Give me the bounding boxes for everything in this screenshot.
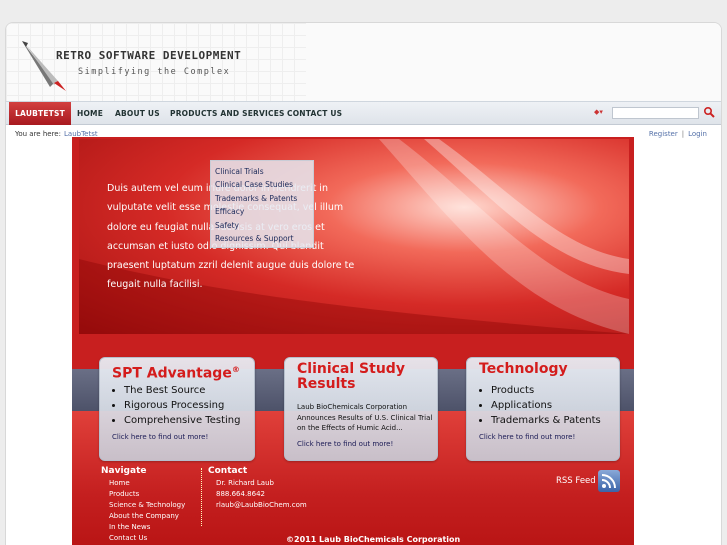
card-find-out-more-link[interactable]: Click here to find out more! [112,433,208,441]
list-item: Trademarks & Patents [491,413,601,428]
search-icon[interactable] [703,106,715,118]
account-separator: | [681,130,685,138]
footer-link-products[interactable]: Products [109,489,185,500]
list-item: Comprehensive Testing [124,413,240,428]
nav-item-laubtetst[interactable]: LAUBTETST [9,102,71,125]
hero-banner: Duis autem vel eum iriure dolor in hendr… [79,139,629,334]
dropdown-item-safety[interactable]: Safety [215,221,239,230]
card-find-out-more-link[interactable]: Click here to find out more! [297,440,393,448]
card-body: Laub BioChemicals Corporation Announces … [297,403,433,432]
card-technology: Technology Products Applications Tradema… [466,357,620,461]
dropdown-item-clinical-trials[interactable]: Clinical Trials [215,167,264,176]
register-link[interactable]: Register [649,130,678,138]
list-item: The Best Source [124,383,240,398]
header: RETRO SOFTWARE DEVELOPMENT Simplifying t… [6,23,721,101]
account-links: Register | Login [649,130,707,138]
brand-title: RETRO SOFTWARE DEVELOPMENT [56,49,242,62]
card-title[interactable]: Technology [479,362,568,377]
footer-contact: Contact Dr. Richard Laub 888.664.8642 rl… [208,466,307,511]
nav-item-about-us[interactable]: ABOUT US [115,102,160,125]
card-title[interactable]: Clinical Study Results [297,362,427,392]
rss-icon[interactable] [598,470,620,492]
footer-navigate-title: Navigate [101,466,147,476]
footer-link-contact-us[interactable]: Contact Us [109,533,185,544]
copyright: ©2011 Laub BioChemicals Corporation [286,535,461,544]
nav-item-products-and-services[interactable]: PRODUCTS AND SERVICES [170,102,285,125]
footer-link-home[interactable]: Home [109,478,185,489]
card-find-out-more-link[interactable]: Click here to find out more! [479,433,575,441]
list-item: Applications [491,398,601,413]
brand-subtitle: Simplifying the Complex [78,67,231,77]
card-bullet-list: Products Applications Trademarks & Paten… [491,383,601,428]
footer-link-about-company[interactable]: About the Company [109,511,185,522]
main-nav: LAUBTETST HOME ABOUT US PRODUCTS AND SER… [6,101,721,125]
dropdown-item-trademarks-patents[interactable]: Trademarks & Patents [215,194,297,203]
nav-item-home[interactable]: HOME [77,102,103,125]
list-item: Rigorous Processing [124,398,240,413]
contact-name: Dr. Richard Laub [216,479,274,487]
footer-navigate: Navigate Home Products Science & Technol… [101,466,185,544]
list-item: Products [491,383,601,398]
card-spt-advantage: SPT Advantage® The Best Source Rigorous … [99,357,255,461]
contact-phone: 888.664.8642 [216,490,265,498]
contact-email[interactable]: rlaub@LaubBioChem.com [216,500,307,511]
rocket-logo-icon[interactable] [20,37,70,93]
card-bullet-list: The Best Source Rigorous Processing Comp… [124,383,240,428]
dropdown-item-resources-support[interactable]: Resources & Support [215,234,294,243]
rss-feed-label[interactable]: RSS Feed [556,476,596,486]
card-clinical-study-results: Clinical Study Results Laub BioChemicals… [284,357,438,461]
dropdown-item-efficacy[interactable]: Efficacy [215,207,244,216]
footer-link-in-the-news[interactable]: In the News [109,522,185,533]
breadcrumb-label: You are here: [15,130,61,138]
nav-item-contact-us[interactable]: CONTACT US [287,102,342,125]
search-scope-dropdown[interactable]: ◆▾ [594,108,603,116]
dropdown-item-clinical-case-studies[interactable]: Clinical Case Studies [215,180,293,189]
footer-divider [201,468,202,526]
footer-contact-title: Contact [208,466,248,476]
footer-link-science-technology[interactable]: Science & Technology [109,500,185,511]
products-dropdown-menu: Clinical Trials Clinical Case Studies Tr… [210,160,314,248]
search-input[interactable] [612,107,699,119]
card-title[interactable]: SPT Advantage® [112,362,240,382]
login-link[interactable]: Login [688,130,707,138]
